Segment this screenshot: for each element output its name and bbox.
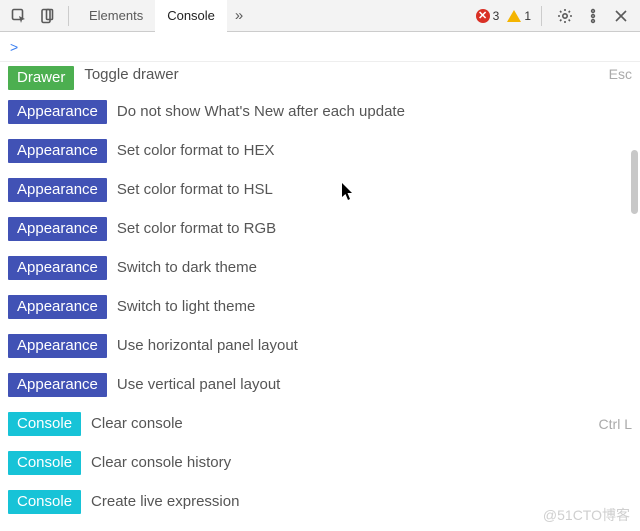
category-badge: Console [8,451,81,475]
close-devtools-icon[interactable] [608,3,634,29]
category-badge: Console [8,412,81,436]
category-badge: Appearance [8,373,107,397]
tabs-overflow-icon[interactable]: » [227,0,251,32]
command-shortcut: Esc [609,66,632,82]
device-toolbar-icon[interactable] [34,3,60,29]
category-badge: Console [8,490,81,514]
error-count: 3 [493,9,500,23]
category-badge: Appearance [8,256,107,280]
warning-count: 1 [524,9,531,23]
command-label: Clear console history [91,454,632,471]
scrollbar-thumb[interactable] [631,150,638,214]
category-badge: Appearance [8,217,107,241]
command-menu-item[interactable]: Console Clear console Ctrl L [0,404,640,443]
tab-console[interactable]: Console [155,0,227,32]
command-label: Toggle drawer [84,66,598,83]
category-badge: Appearance [8,295,107,319]
command-menu-item[interactable]: Appearance Do not show What's New after e… [0,92,640,131]
category-badge: Appearance [8,100,107,124]
settings-icon[interactable] [552,3,578,29]
separator [68,6,69,26]
command-menu-item[interactable]: Appearance Set color format to RGB [0,209,640,248]
command-label: Switch to dark theme [117,259,632,276]
inspect-element-icon[interactable] [6,3,32,29]
watermark-text: @51CTO博客 [543,505,630,525]
command-menu-list: Drawer Toggle drawer Esc Appearance Do not s… [0,62,640,531]
command-label: Do not show What's New after each update [117,103,632,120]
separator [541,6,542,26]
command-label: Set color format to HSL [117,181,632,198]
tab-elements[interactable]: Elements [77,0,155,32]
command-menu-item[interactable]: Appearance Set color format to HSL [0,170,640,209]
error-count-badge[interactable]: ✕ 3 [476,9,500,23]
command-label: Clear console [91,415,589,432]
command-menu-item[interactable]: Appearance Switch to light theme [0,287,640,326]
category-badge: Appearance [8,139,107,163]
error-icon: ✕ [476,9,490,23]
category-badge: Appearance [8,334,107,358]
command-menu-item[interactable]: Console Clear console history [0,443,640,482]
console-prompt[interactable]: > [0,32,640,62]
prompt-glyph: > [10,39,18,55]
command-label: Use horizontal panel layout [117,337,632,354]
category-badge: Drawer [8,66,74,90]
more-options-icon[interactable] [580,3,606,29]
warning-icon [507,10,521,22]
command-label: Use vertical panel layout [117,376,632,393]
command-label: Set color format to RGB [117,220,632,237]
warning-count-badge[interactable]: 1 [507,9,531,23]
command-menu-item[interactable]: Drawer Toggle drawer Esc [0,66,640,92]
category-badge: Appearance [8,178,107,202]
command-menu-item[interactable]: Appearance Set color format to HEX [0,131,640,170]
command-label: Switch to light theme [117,298,632,315]
command-menu-item[interactable]: Appearance Use vertical panel layout [0,365,640,404]
devtools-toolbar: Elements Console » ✕ 3 1 [0,0,640,32]
command-menu-item[interactable]: Appearance Switch to dark theme [0,248,640,287]
command-label: Set color format to HEX [117,142,632,159]
command-shortcut: Ctrl L [599,416,632,432]
command-menu-item[interactable]: Appearance Use horizontal panel layout [0,326,640,365]
